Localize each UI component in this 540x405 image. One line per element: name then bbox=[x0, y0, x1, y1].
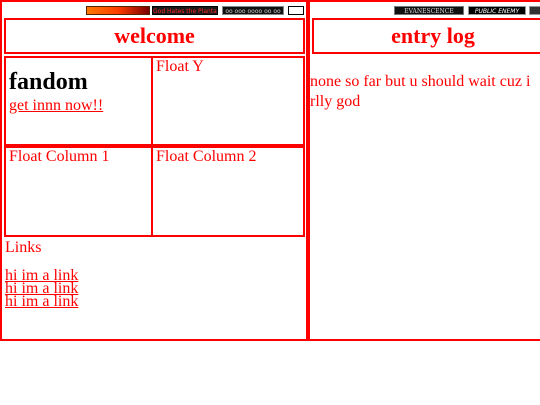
float-column-1-cell: Float Column 1 bbox=[4, 146, 153, 237]
white-banner[interactable] bbox=[288, 6, 304, 15]
welcome-header: welcome bbox=[4, 18, 305, 54]
float-y-label: Float Y bbox=[156, 58, 204, 75]
links-heading: Links bbox=[5, 239, 42, 256]
float-column-1-label: Float Column 1 bbox=[9, 148, 110, 165]
entry-line: none so far but u should wait cuz i bbox=[310, 73, 531, 90]
left-panel: God Hates the Plantaris oo ooo oooo oo o… bbox=[0, 0, 308, 341]
float-y-cell: Float Y bbox=[151, 56, 305, 146]
entry-log-header: entry log bbox=[312, 18, 540, 54]
banner-row: God Hates the Plantaris oo ooo oooo oo o… bbox=[2, 4, 306, 16]
black-banner[interactable]: oo ooo oooo oo oo bbox=[222, 6, 284, 15]
entry-log-body: none so far but u should wait cuz i rlly… bbox=[310, 72, 540, 112]
get-in-now-link[interactable]: get innn now!! bbox=[9, 96, 103, 116]
float-column-2-cell: Float Column 2 bbox=[151, 146, 305, 237]
orange-gradient-banner[interactable] bbox=[86, 6, 150, 15]
fandom-cell: fandom get innn now!! bbox=[4, 56, 153, 146]
links-list: hi im a link hi im a link hi im a link bbox=[5, 268, 306, 310]
right-banner-row: EVANESCENCE PUBLIC ENEMY bbox=[310, 4, 540, 16]
page: God Hates the Plantaris oo ooo oooo oo o… bbox=[0, 0, 540, 405]
evanescence-banner[interactable]: EVANESCENCE bbox=[394, 6, 464, 15]
link-item[interactable]: hi im a link bbox=[5, 294, 306, 310]
fandom-title: fandom bbox=[9, 69, 88, 95]
links-section: Links hi im a link hi im a link hi im a … bbox=[2, 237, 306, 339]
public-banner[interactable]: PUBLIC ENEMY bbox=[468, 6, 526, 15]
right-panel: EVANESCENCE PUBLIC ENEMY entry log none … bbox=[308, 0, 540, 341]
float-column-2-label: Float Column 2 bbox=[156, 148, 257, 165]
extra-banner[interactable] bbox=[529, 6, 540, 15]
dark-red-banner[interactable]: God Hates the Plantaris bbox=[152, 6, 218, 15]
entry-line: rlly god bbox=[310, 93, 361, 110]
